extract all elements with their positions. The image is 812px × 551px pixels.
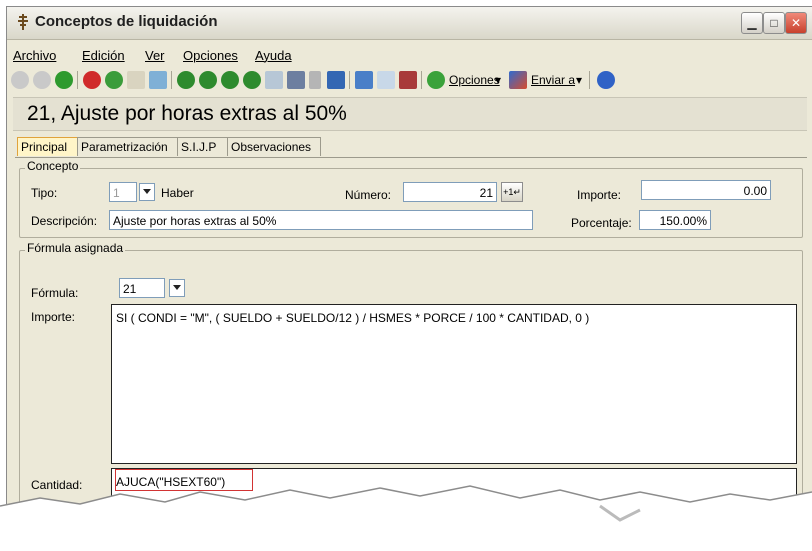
copy-icon[interactable] [149,71,167,89]
formula-input[interactable]: 21 [119,278,165,298]
torn-edge [0,485,812,551]
tipo-dropdown[interactable] [139,183,155,201]
porcentaje-input[interactable]: 150.00% [639,210,711,230]
importe-formula-editor[interactable]: SI ( CONDI = "M", ( SUELDO + SUELDO/12 )… [111,304,797,464]
chevron-down-icon [173,285,181,290]
menu-archivo[interactable]: Archivo [13,48,56,63]
app-icon [18,14,28,30]
delete-icon[interactable] [83,71,101,89]
chevron-down-icon [143,189,151,194]
increment-icon: +1↵ [503,186,521,197]
concepto-group-label: Concepto [25,159,81,173]
opciones-icon[interactable] [427,71,445,89]
window: Conceptos de liquidación ▁ □ ✕ Archivo E… [6,6,812,518]
close-button[interactable]: ✕ [785,12,807,34]
descripcion-input[interactable]: Ajuste por horas extras al 50% [109,210,533,230]
wand-icon[interactable] [355,71,373,89]
tab-parametrizacion[interactable]: Parametrización [77,137,179,156]
accept-icon[interactable] [11,71,29,89]
title-bar: Conceptos de liquidación ▁ □ ✕ [7,7,812,40]
tipo-label: Tipo: [31,186,58,200]
previous-record-icon[interactable] [199,71,217,89]
view-icon[interactable] [309,71,321,89]
add-icon[interactable] [55,71,73,89]
enviar-button[interactable]: Enviar a [531,73,575,87]
menu-ayuda[interactable]: Ayuda [255,48,292,63]
toolbar: Opciones ▾ Enviar a ▾ [7,67,812,93]
help-icon[interactable] [597,71,615,89]
numero-input[interactable]: 21 [403,182,497,202]
tipo-text: Haber [161,186,194,200]
descripcion-label: Descripción: [31,214,98,228]
cancel-icon[interactable] [33,71,51,89]
minimize-icon: ▁ [747,16,757,30]
page-title: 21, Ajuste por horas extras al 50% [27,102,347,125]
toolbar-separator [77,71,78,89]
menu-edicion[interactable]: Edición [82,48,125,63]
preview-icon[interactable] [377,71,395,89]
record-heading: 21, Ajuste por horas extras al 50% [13,97,807,131]
first-record-icon[interactable] [177,71,195,89]
formula-dropdown[interactable] [169,279,185,297]
chevron-down-icon[interactable]: ▾ [576,73,582,87]
toolbar-separator [349,71,350,89]
export-icon[interactable] [399,71,417,89]
importe-label: Importe: [577,188,622,202]
next-number-button[interactable]: +1↵ [501,182,523,202]
tipo-input[interactable]: 1 [109,182,137,202]
opciones-button[interactable]: Opciones [449,73,500,87]
menu-bar: Archivo Edición Ver Opciones Ayuda [7,46,812,66]
porcentaje-label: Porcentaje: [571,216,632,230]
close-icon: ✕ [790,16,802,30]
filter-icon[interactable] [287,71,305,89]
tab-observaciones[interactable]: Observaciones [227,137,321,156]
importe-input[interactable]: 0.00 [641,180,771,200]
formula-label: Fórmula: [31,286,79,300]
window-title: Conceptos de liquidación [35,13,218,30]
maximize-button[interactable]: □ [763,12,785,34]
importe-formula-label: Importe: [31,310,76,324]
tab-sijp[interactable]: S.I.J.P [177,137,229,156]
search-icon[interactable] [265,71,283,89]
refresh-icon[interactable] [105,71,123,89]
last-record-icon[interactable] [243,71,261,89]
toolbar-separator [421,71,422,89]
formula-group-label: Fórmula asignada [25,241,126,255]
sort-icon[interactable] [327,71,345,89]
menu-opciones[interactable]: Opciones [183,48,238,63]
edit-icon[interactable] [127,71,145,89]
minimize-button[interactable]: ▁ [741,12,763,34]
tab-principal[interactable]: Principal [17,137,79,156]
send-icon[interactable] [509,71,527,89]
menu-ver[interactable]: Ver [145,48,165,63]
chevron-down-icon[interactable]: ▾ [495,73,501,87]
numero-label: Número: [345,188,392,202]
next-record-icon[interactable] [221,71,239,89]
maximize-icon: □ [770,16,778,30]
toolbar-separator [171,71,172,89]
toolbar-separator [589,71,590,89]
tab-panel: Concepto Tipo: 1 Haber Número: 21 +1↵ Im… [15,157,807,518]
